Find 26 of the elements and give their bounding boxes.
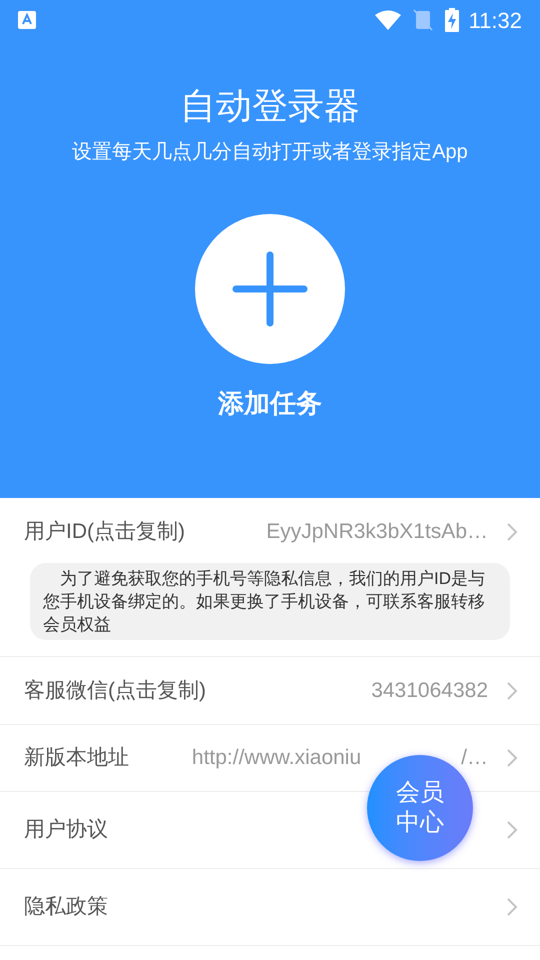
chevron-right-icon bbox=[506, 748, 518, 768]
status-time: 11:32 bbox=[468, 6, 522, 34]
battery-charging-icon bbox=[444, 8, 459, 32]
row-label: 用户协议 bbox=[24, 817, 108, 844]
row-label: 新版本地址 bbox=[24, 745, 129, 772]
privacy-note: 为了避免获取您的手机号等隐私信息，我们的用户ID是与您手机设备绑定的。如果更换了手机设备，可联系客服转移会员权益 bbox=[30, 563, 510, 640]
chevron-right-icon bbox=[506, 680, 518, 700]
app-title: 自动登录器 bbox=[180, 84, 360, 128]
add-task-label: 添加任务 bbox=[218, 387, 322, 420]
app-notification-icon bbox=[18, 11, 36, 29]
wifi-icon bbox=[374, 10, 401, 30]
row-value: EyyJpNR3k3bX1tsAb… bbox=[266, 518, 488, 545]
settings-row[interactable]: 客服微信(点击复制) 3431064382 bbox=[0, 657, 540, 725]
app-subtitle: 设置每天几点几分自动打开或者登录指定App bbox=[72, 140, 468, 165]
row-value: http://www.xiaoniu bbox=[192, 745, 362, 772]
row-label: 客服微信(点击复制) bbox=[24, 678, 206, 704]
plus-icon bbox=[232, 251, 308, 327]
chevron-right-icon bbox=[506, 820, 518, 840]
row-label: 用户ID(点击复制) bbox=[24, 518, 185, 545]
row-value: 3431064382 bbox=[371, 678, 488, 704]
chevron-right-icon bbox=[506, 897, 518, 917]
no-sim-icon bbox=[412, 9, 433, 31]
settings-row[interactable]: 用户ID(点击复制) EyyJpNR3k3bX1tsAb… 为了避免获取您的手机号等隐私信息，我们的用户ID是与您手机设备绑定的。如果更换了手机设备，可联系客服转移会员权益 bbox=[0, 498, 540, 657]
settings-row[interactable]: 隐私政策 bbox=[0, 869, 540, 946]
row-label: 隐私政策 bbox=[24, 894, 108, 920]
chevron-right-icon bbox=[506, 522, 518, 542]
